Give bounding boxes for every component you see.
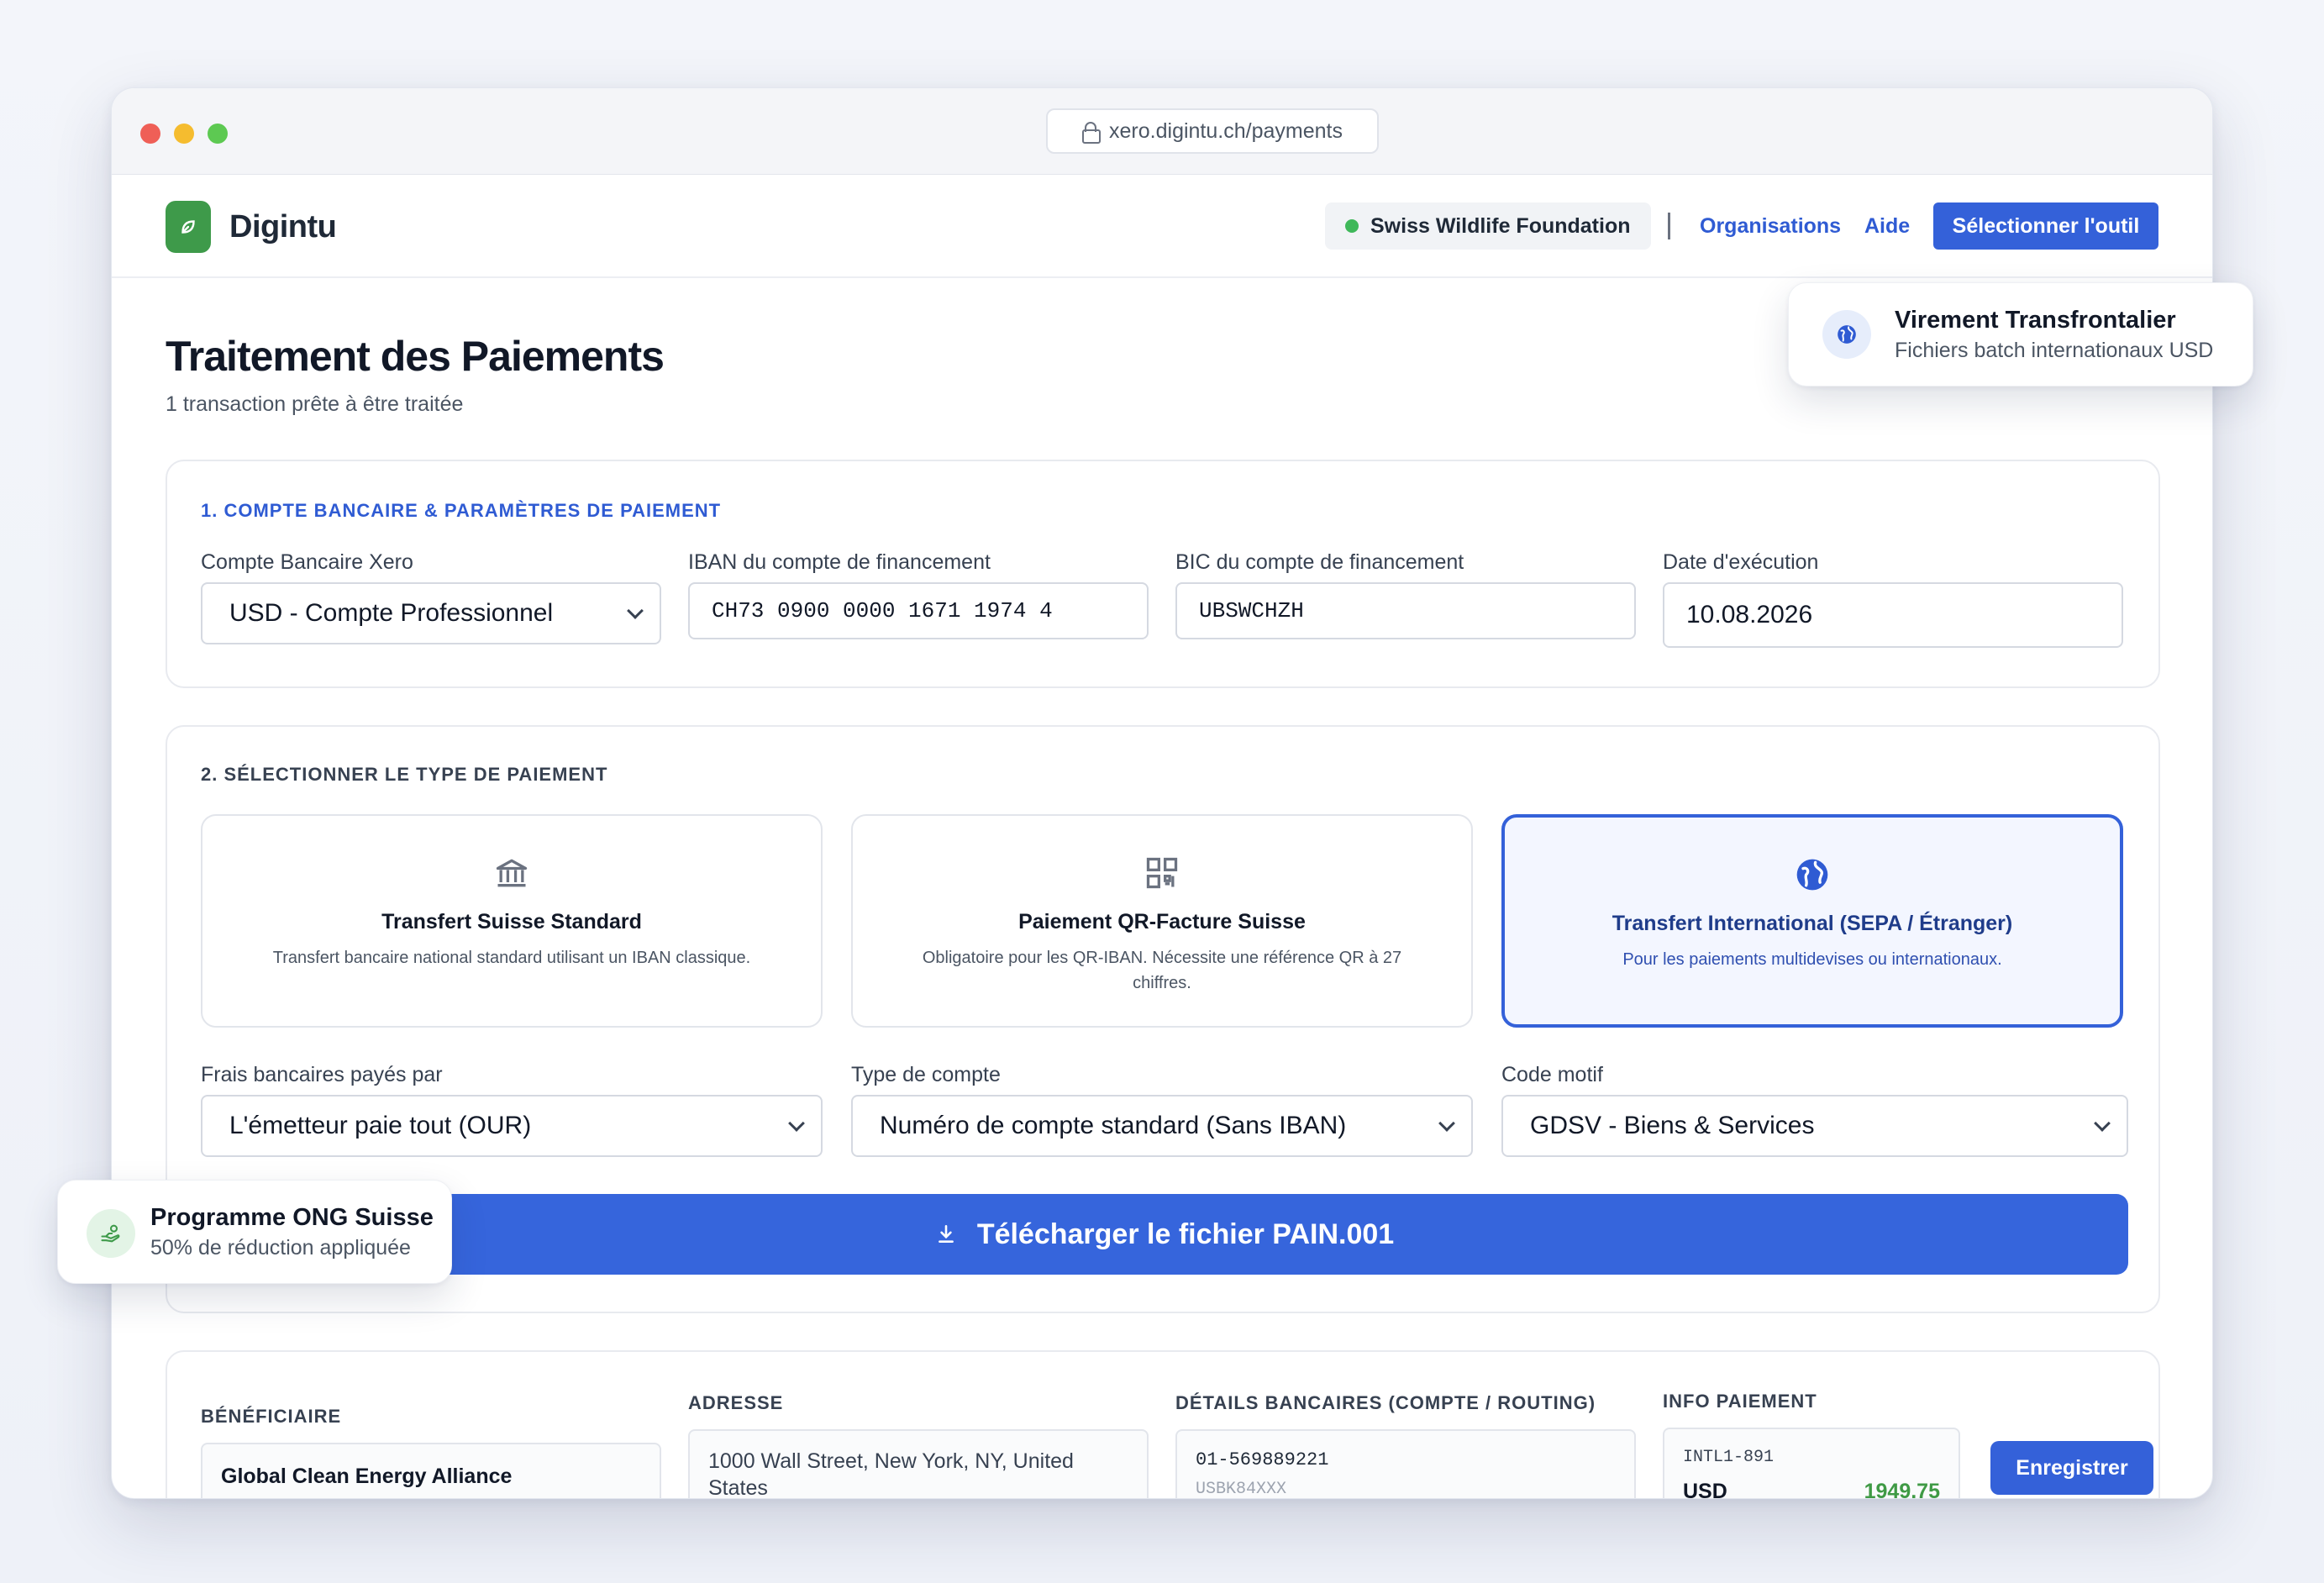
bic-label: BIC du compte de financement	[1175, 550, 1464, 574]
iban-value: CH73 0900 0000 1671 1974 4	[712, 598, 1053, 623]
chevron-down-icon	[627, 602, 644, 619]
reason-code-select[interactable]: GDSV - Biens & Services	[1501, 1095, 2128, 1157]
section-2-title: 2. SÉLECTIONNER LE TYPE DE PAIEMENT	[201, 764, 608, 785]
bank-account-value: USD - Compte Professionnel	[229, 599, 554, 627]
beneficiary-name: Global Clean Energy Alliance	[221, 1465, 513, 1488]
account-type-value: Numéro de compte standard (Sans IBAN)	[880, 1112, 1347, 1139]
fees-value: L'émetteur paie tout (OUR)	[229, 1112, 532, 1139]
execution-date-value: 10.08.2026	[1686, 601, 1813, 628]
payment-type-card: 2. SÉLECTIONNER LE TYPE DE PAIEMENT Tran…	[166, 725, 2160, 1313]
lock-icon	[1082, 122, 1102, 144]
close-window-button[interactable]	[140, 124, 160, 144]
brand-name: Digintu	[229, 209, 337, 245]
execution-date-label: Date d'exécution	[1663, 550, 1819, 574]
payment-type-international[interactable]: Transfert International (SEPA / Étranger…	[1501, 814, 2123, 1028]
chevron-down-icon	[1438, 1115, 1455, 1132]
address-field[interactable]: 1000 Wall Street, New York, NY, United S…	[688, 1429, 1149, 1499]
organization-name: Swiss Wildlife Foundation	[1370, 213, 1631, 238]
chevron-down-icon	[788, 1115, 805, 1132]
page-title: Traitement des Paiements	[166, 333, 665, 380]
page-subtitle: 1 transaction prête à être traitée	[166, 392, 464, 416]
bank-account-select[interactable]: USD - Compte Professionnel	[201, 582, 661, 644]
leaf-icon	[181, 220, 195, 234]
column-header-address: ADRESSE	[688, 1392, 784, 1413]
ngo-subtitle: 50% de réduction appliquée	[150, 1236, 411, 1260]
fees-label: Frais bancaires payés par	[201, 1063, 443, 1086]
beneficiary-field[interactable]: Global Clean Energy Alliance	[201, 1443, 661, 1498]
bic-value: UBSWCHZH	[1199, 598, 1304, 623]
address-text: 1000 Wall Street, New York, NY, United S…	[708, 1449, 1074, 1499]
transactions-card: BÉNÉFICIAIRE ADRESSE DÉTAILS BANCAIRES (…	[166, 1350, 2160, 1499]
payment-type-desc: Obligatoire pour les QR-IBAN. Nécessite …	[922, 949, 1402, 992]
bic-field[interactable]: UBSWCHZH	[1175, 582, 1636, 639]
ngo-program-notification: Programme ONG Suisse 50% de réduction ap…	[57, 1180, 452, 1284]
bank-account-label: Compte Bancaire Xero	[201, 550, 413, 574]
payment-type-title: Paiement QR-Facture Suisse	[1018, 910, 1306, 933]
browser-titlebar: xero.digintu.ch/payments	[112, 88, 2212, 175]
hand-coins-icon	[87, 1209, 135, 1258]
globe-icon	[1822, 310, 1871, 359]
minimize-window-button[interactable]	[174, 124, 194, 144]
bank-icon	[493, 855, 530, 896]
iban-field[interactable]: CH73 0900 0000 1671 1974 4	[688, 582, 1149, 639]
account-type-label: Type de compte	[851, 1063, 1001, 1086]
crossborder-notification: Virement Transfrontalier Fichiers batch …	[1788, 282, 2253, 387]
chevron-down-icon	[2094, 1115, 2111, 1132]
section-1-title: 1. COMPTE BANCAIRE & PARAMÈTRES DE PAIEM…	[201, 500, 722, 521]
payment-type-title: Transfert International (SEPA / Étranger…	[1612, 912, 2013, 935]
execution-date-field[interactable]: 10.08.2026	[1663, 582, 2123, 648]
reason-code-label: Code motif	[1501, 1063, 1603, 1086]
payment-info-field: INTL1-891 USD 1949,75	[1663, 1428, 1960, 1499]
nav-organisations-link[interactable]: Organisations	[1700, 214, 1841, 239]
url-text: xero.digintu.ch/payments	[1109, 118, 1343, 143]
globe-icon	[1794, 856, 1831, 897]
qr-code-icon	[1144, 855, 1180, 896]
download-label: Télécharger le fichier PAIN.001	[976, 1217, 1395, 1250]
app-header: Digintu Swiss Wildlife Foundation Organi…	[112, 176, 2212, 278]
header-divider	[1668, 213, 1670, 239]
address-bar[interactable]: xero.digintu.ch/payments	[1046, 108, 1379, 154]
account-number: 01-569889221	[1196, 1449, 1329, 1470]
payment-reference: INTL1-891	[1683, 1448, 1775, 1467]
maximize-window-button[interactable]	[208, 124, 228, 144]
payment-type-title: Transfert Suisse Standard	[381, 910, 642, 933]
routing-code: USBK84XXX	[1196, 1480, 1287, 1499]
payment-type-desc: Transfert bancaire national standard uti…	[272, 949, 751, 967]
organization-chip[interactable]: Swiss Wildlife Foundation	[1325, 202, 1651, 250]
payment-type-qr-bill[interactable]: Paiement QR-Facture Suisse Obligatoire p…	[851, 814, 1473, 1028]
brand-logo[interactable]	[166, 201, 211, 253]
payment-type-swiss-standard[interactable]: Transfert Suisse Standard Transfert banc…	[201, 814, 823, 1028]
fees-select[interactable]: L'émetteur paie tout (OUR)	[201, 1095, 823, 1157]
bank-details-field[interactable]: 01-569889221 USBK84XXX	[1175, 1429, 1636, 1499]
iban-label: IBAN du compte de financement	[688, 550, 991, 574]
download-icon	[938, 1224, 954, 1243]
status-dot-icon	[1345, 219, 1359, 233]
select-tool-button[interactable]: Sélectionner l'outil	[1933, 202, 2158, 250]
nav-aide-link[interactable]: Aide	[1864, 214, 1910, 239]
column-header-beneficiary: BÉNÉFICIAIRE	[201, 1406, 342, 1427]
crossborder-title: Virement Transfrontalier	[1895, 307, 2176, 334]
crossborder-subtitle: Fichiers batch internationaux USD	[1895, 339, 2214, 362]
column-header-bank-details: DÉTAILS BANCAIRES (COMPTE / ROUTING)	[1175, 1392, 1596, 1413]
save-button[interactable]: Enregistrer	[1990, 1441, 2153, 1495]
payment-currency: USD	[1683, 1480, 1727, 1499]
payment-amount: 1949,75	[1864, 1480, 1940, 1499]
ngo-title: Programme ONG Suisse	[150, 1204, 434, 1231]
column-header-payment-info: INFO PAIEMENT	[1663, 1391, 1817, 1412]
reason-code-value: GDSV - Biens & Services	[1530, 1112, 1815, 1139]
download-pain001-button[interactable]: Télécharger le fichier PAIN.001	[201, 1194, 2128, 1275]
payment-type-desc: Pour les paiements multidevises ou inter…	[1622, 950, 2002, 969]
bank-settings-card: 1. COMPTE BANCAIRE & PARAMÈTRES DE PAIEM…	[166, 460, 2160, 688]
account-type-select[interactable]: Numéro de compte standard (Sans IBAN)	[851, 1095, 1473, 1157]
